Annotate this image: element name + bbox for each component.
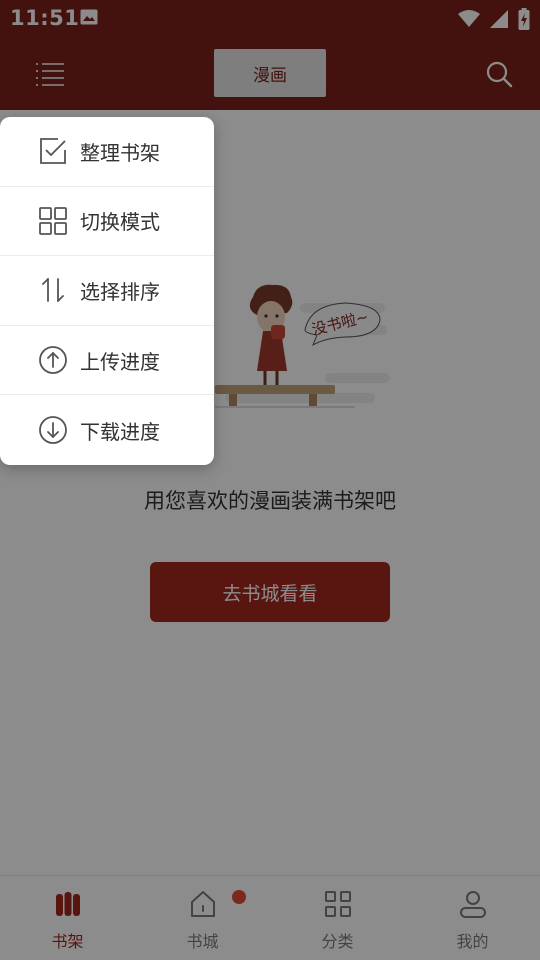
app-screen: 11:51 漫画 没书啦~ 用您喜欢的漫画装满书架吧 去书城看看 书架 书城 分…	[0, 0, 540, 960]
menu-label-upload-progress: 上传进度	[80, 349, 160, 374]
menu-label-organize: 整理书架	[80, 140, 160, 165]
menu-label-sort: 选择排序	[80, 279, 160, 304]
checkbox-edit-icon	[40, 138, 66, 165]
bookshelf-popup-menu: 整理书架 切换模式 选择排序 上传进度 下载进度	[0, 117, 214, 465]
menu-item-sort[interactable]: 选择排序	[0, 256, 214, 326]
sort-icon	[42, 278, 64, 303]
menu-label-switch-mode: 切换模式	[80, 210, 160, 235]
menu-item-switch-mode[interactable]: 切换模式	[0, 187, 214, 257]
upload-icon	[39, 346, 67, 374]
menu-item-upload-progress[interactable]: 上传进度	[0, 326, 214, 396]
menu-item-organize[interactable]: 整理书架	[0, 117, 214, 187]
download-icon	[39, 416, 67, 445]
menu-label-download-progress: 下载进度	[80, 419, 160, 444]
menu-item-download-progress[interactable]: 下载进度	[0, 395, 214, 465]
grid-icon	[39, 206, 67, 235]
